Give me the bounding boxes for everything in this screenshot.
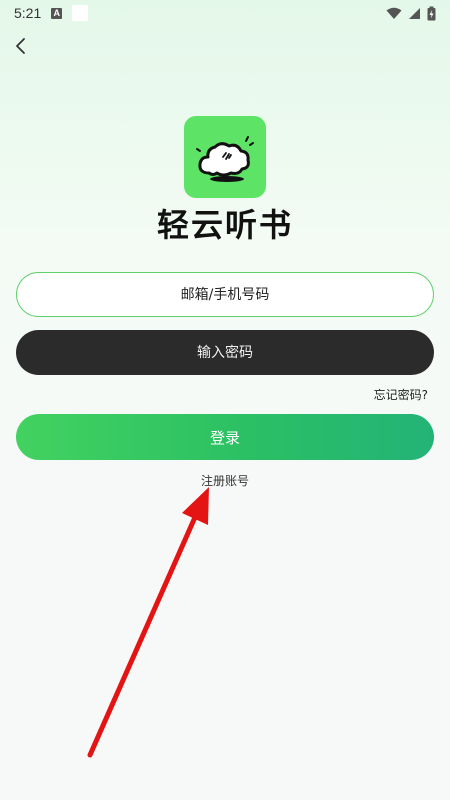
status-time: 5:21 (14, 5, 42, 21)
cell-signal-icon (409, 7, 420, 19)
annotation-arrow-head (182, 487, 209, 525)
register-link[interactable]: 注册账号 (0, 472, 450, 489)
cloud-logo-icon (196, 136, 254, 182)
login-button[interactable]: 登录 (16, 414, 434, 460)
notification-a-icon: A (51, 7, 63, 19)
annotation-arrow-shaft (87, 512, 199, 758)
forgot-password-link[interactable]: 忘记密码? (374, 386, 428, 403)
notification-square-icon (72, 5, 89, 21)
chevron-left-icon (16, 38, 25, 54)
app-name: 轻云听书 (156, 206, 293, 244)
status-bar: 5:21 A (0, 0, 450, 26)
password-input[interactable] (16, 330, 434, 375)
wifi-icon (386, 7, 402, 19)
back-button[interactable] (6, 32, 34, 60)
app-logo (184, 116, 266, 198)
battery-charging-icon (427, 6, 436, 20)
status-bar-left: 5:21 A (14, 5, 89, 21)
email-input[interactable] (16, 272, 434, 317)
status-bar-right (386, 6, 436, 21)
